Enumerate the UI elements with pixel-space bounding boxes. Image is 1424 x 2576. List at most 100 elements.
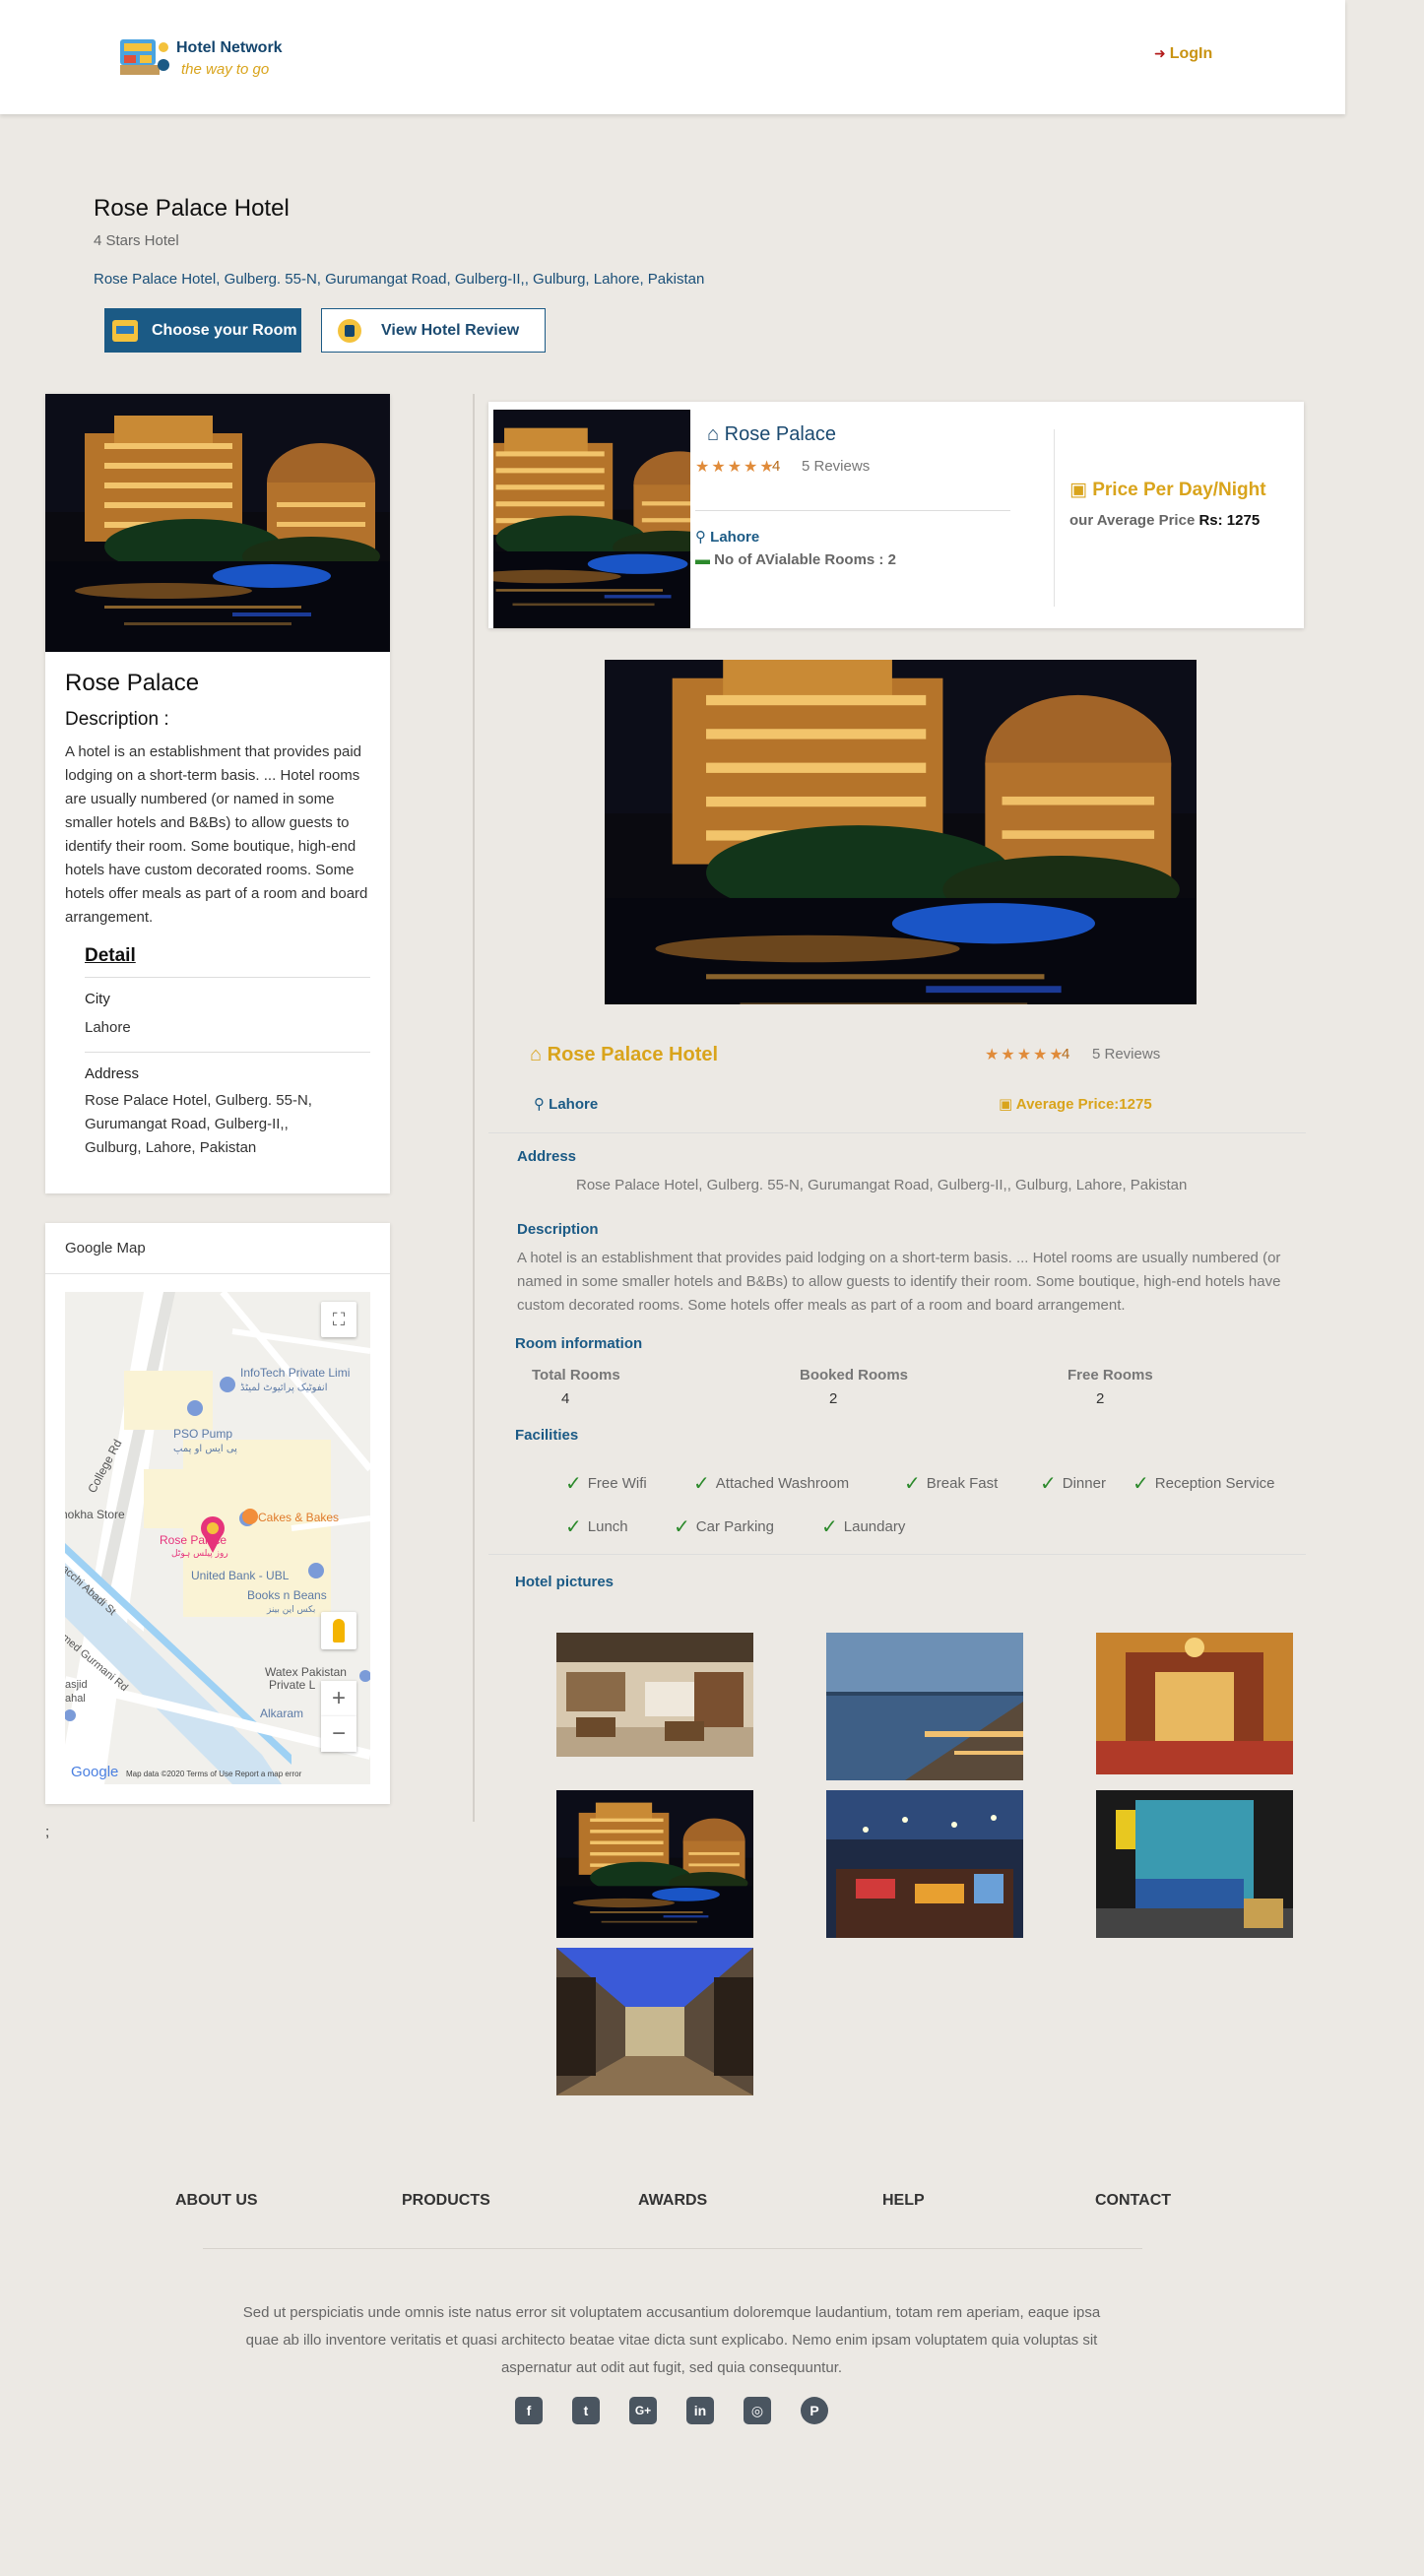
hotel-title: Rose Palace Hotel [94,195,290,222]
facility-label: Reception Service [1154,1475,1275,1492]
facility-reception-service: ✓ Reception Service [1133,1471,1275,1496]
hotel-picture-lobby[interactable] [1096,1633,1293,1774]
facility-label: Car Parking [695,1518,774,1535]
room-info-heading: Room information [515,1335,643,1352]
facility-attached-washroom: ✓ Attached Washroom [693,1471,849,1496]
review-count[interactable]: 5 Reviews [802,458,870,475]
hotel-info-card: Rose Palace Description : A hotel is an … [45,394,390,1193]
hotel-picture-bedroom[interactable] [1096,1790,1293,1938]
login-link[interactable]: ➜ LogIn [1154,45,1212,63]
map-heading: Google Map [45,1223,390,1274]
divider [488,1554,1306,1555]
money-icon: ▣ [1069,480,1093,500]
login-label: LogIn [1169,45,1213,62]
map-marker-icon: ⚲ [534,1096,550,1113]
detail-review-count[interactable]: 5 Reviews [1092,1046,1160,1063]
detail-heading: Detail [85,945,136,966]
map-label-books: Books n Beans [247,1588,327,1602]
footer-link-awards[interactable]: AWARDS [638,2192,707,2210]
footer-link-contact[interactable]: CONTACT [1095,2192,1171,2210]
map-label-ubl: United Bank - UBL [191,1569,290,1582]
summary-photo [493,410,690,628]
hotel-network-logo[interactable] [120,35,171,79]
price-value: Rs: 1275 [1198,512,1261,529]
map-footer[interactable]: Map data ©2020 Terms of Use Report a map… [126,1770,302,1778]
view-review-button[interactable]: View Hotel Review [321,308,546,353]
detail-address-text: Rose Palace Hotel, Gulberg. 55-N, Guruma… [576,1177,1188,1193]
hotel-star-category: 4 Stars Hotel [94,232,179,249]
map-label-rose-palace-urdu: روز پیلس ہوٹل [171,1549,228,1559]
google-plus-icon[interactable]: G+ [629,2397,657,2424]
street-view-pegman[interactable] [321,1612,356,1649]
pinterest-icon[interactable]: P [801,2397,828,2424]
choose-room-label: Choose your Room [152,321,297,339]
home-icon: ⌂ [707,423,725,445]
price-label: our Average Price [1069,512,1196,529]
hotel-picture-lounge[interactable] [556,1633,753,1757]
footer-link-products[interactable]: PRODUCTS [402,2192,490,2210]
booked-rooms-label: Booked Rooms [800,1367,909,1384]
hotel-pictures-heading: Hotel pictures [515,1574,615,1590]
facilities-heading: Facilities [515,1427,579,1444]
map-label-watex-2: Private L [269,1678,316,1692]
hotel-picture-seaside[interactable] [826,1633,1023,1780]
divider [85,1052,370,1053]
map-label-cakes: Cakes & Bakes [258,1511,339,1524]
facility-label: Laundary [843,1518,906,1535]
hotel-picture-exterior[interactable] [556,1790,753,1938]
map-label-masjid: asjid [65,1679,88,1691]
hotel-picture-corridor[interactable] [556,1948,753,2095]
home-icon: ⌂ [530,1044,548,1065]
money-icon: ▣ [999,1096,1016,1113]
google-logo: Google [71,1764,118,1780]
detail-description-text: A hotel is an establishment that provide… [517,1250,1281,1314]
zoom-in-button[interactable]: + [321,1681,356,1716]
detail-average-price-text: Average Price:1275 [1015,1096,1152,1113]
free-rooms-label: Free Rooms [1068,1367,1153,1384]
pegman-icon [333,1619,345,1642]
linkedin-icon[interactable]: in [686,2397,714,2424]
check-icon: ✓ [821,1516,838,1538]
map-label-pso-urdu: پی ایس او پمپ [173,1444,237,1454]
brand-tagline: the way to go [181,61,270,78]
check-icon: ✓ [565,1473,582,1495]
rating-value: 4 [772,458,781,475]
instagram-icon[interactable]: ◎ [744,2397,771,2424]
hotel-name: Rose Palace [65,670,200,696]
fullscreen-icon: ⛶ [332,1309,346,1329]
divider [85,977,370,978]
city-value: Lahore [85,1019,131,1036]
hotel-picture-terrace[interactable] [826,1790,1023,1938]
brand-name[interactable]: Hotel Network [176,39,283,57]
fullscreen-button[interactable]: ⛶ [321,1302,356,1337]
map-marker-icon: ⚲ [695,529,711,546]
choose-room-button[interactable]: Choose your Room [104,308,301,353]
facility-car-parking: ✓ Car Parking [674,1514,774,1539]
top-navbar: Hotel Network the way to go ➜ LogIn [0,0,1345,114]
summary-hotel-name[interactable]: ⌂ Rose Palace [707,423,836,446]
main-hotel-photo[interactable] [605,660,1197,1004]
google-map-card: Google Map InfoTech Private Limi انفوٹیک… [45,1223,390,1804]
zoom-out-button[interactable]: − [321,1716,356,1752]
footer-link-help[interactable]: HELP [882,2192,925,2210]
price-heading: ▣ Price Per Day/Night [1069,479,1266,501]
google-map[interactable]: InfoTech Private Limi انفوٹیک پرائیوٹ لم… [65,1292,370,1784]
address-heading: Address [517,1148,577,1165]
twitter-icon[interactable]: t [572,2397,600,2424]
available-rooms: ▬ No of AVialable Rooms : 2 [695,551,896,568]
description-heading: Description : [65,709,169,730]
divider [1054,429,1055,607]
facebook-icon[interactable]: f [515,2397,543,2424]
facility-break-fast: ✓ Break Fast [904,1471,998,1496]
plus-icon: + [331,1685,346,1711]
star-rating: ★★★★★ [695,459,776,476]
divider [695,510,1010,511]
hotel-summary-card: ⌂ Rose Palace ★★★★★ 4 5 Reviews ⚲ Lahore… [488,402,1304,628]
map-label-books-urdu: بکس این بینز [266,1605,315,1615]
detail-hotel-name: ⌂ Rose Palace Hotel [530,1044,718,1066]
footer-link-about-us[interactable]: ABOUT US [175,2192,258,2210]
check-icon: ✓ [904,1473,921,1495]
column-divider [473,394,475,1822]
facility-free-wifi: ✓ Free Wifi [565,1471,647,1496]
facility-label: Free Wifi [587,1475,647,1492]
